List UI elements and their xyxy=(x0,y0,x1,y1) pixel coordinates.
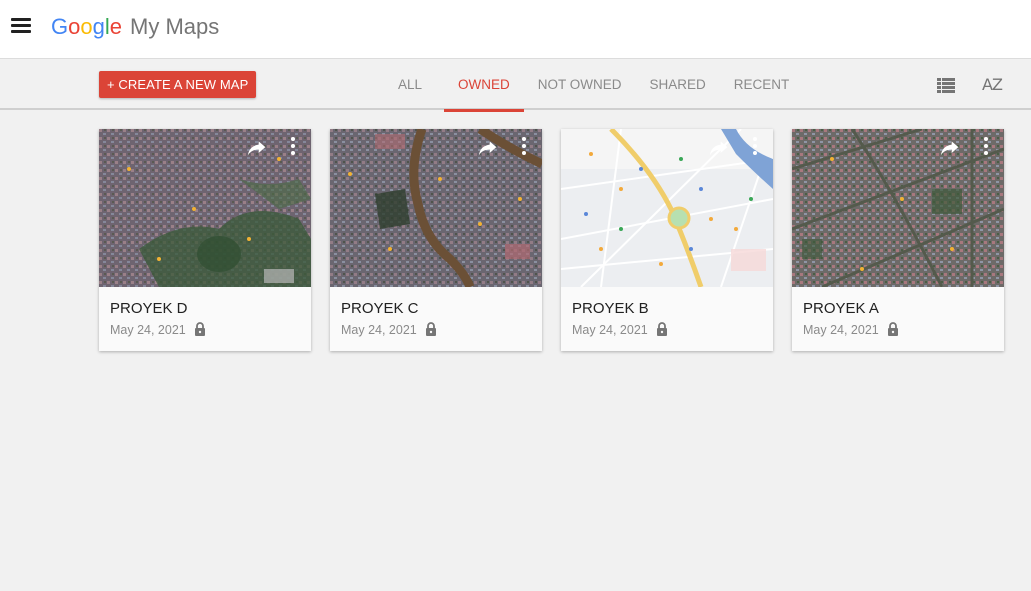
lock-icon xyxy=(195,322,205,336)
map-date: May 24, 2021 xyxy=(341,323,417,337)
hamburger-menu-icon[interactable] xyxy=(11,18,31,34)
logo-letter: g xyxy=(92,14,105,39)
logo-letter: G xyxy=(51,14,69,39)
map-title: PROYEK D xyxy=(110,300,188,317)
list-view-icon[interactable] xyxy=(937,78,955,93)
lock-icon xyxy=(888,322,898,336)
map-date: May 24, 2021 xyxy=(572,323,648,337)
maps-toolbar: + CREATE A NEW MAP ALL OWNED NOT OWNED S… xyxy=(0,59,1031,112)
map-thumbnail[interactable] xyxy=(99,129,311,287)
more-options-icon[interactable] xyxy=(751,137,759,159)
logo-letter: e xyxy=(109,14,123,39)
map-card[interactable]: PROYEK A May 24, 2021 xyxy=(792,129,1004,351)
more-options-icon[interactable] xyxy=(520,137,528,159)
tab-owned[interactable]: OWNED xyxy=(444,59,524,112)
map-title: PROYEK B xyxy=(572,300,649,317)
more-options-icon[interactable] xyxy=(289,137,297,159)
product-name: My Maps xyxy=(130,14,220,39)
map-thumbnail[interactable] xyxy=(561,129,773,287)
logo-letter: o xyxy=(80,14,93,39)
map-card[interactable]: PROYEK C May 24, 2021 xyxy=(330,129,542,351)
tab-all[interactable]: ALL xyxy=(384,59,436,110)
create-new-map-button[interactable]: + CREATE A NEW MAP xyxy=(99,71,257,98)
lock-icon xyxy=(657,322,667,336)
map-title: PROYEK A xyxy=(803,300,879,317)
app-logo[interactable]: Google My Maps xyxy=(51,12,219,42)
map-card[interactable]: PROYEK D May 24, 2021 xyxy=(99,129,311,351)
share-icon[interactable] xyxy=(478,139,498,157)
share-icon[interactable] xyxy=(940,139,960,157)
map-card[interactable]: PROYEK B May 24, 2021 xyxy=(561,129,773,351)
sort-az-icon[interactable]: AZ xyxy=(982,75,1003,94)
logo-letter: o xyxy=(68,14,81,39)
share-icon[interactable] xyxy=(247,139,267,157)
top-app-bar: Google My Maps xyxy=(0,0,1031,59)
more-options-icon[interactable] xyxy=(982,137,990,159)
map-date: May 24, 2021 xyxy=(803,323,879,337)
map-thumbnail[interactable] xyxy=(330,129,542,287)
map-title: PROYEK C xyxy=(341,300,419,317)
tab-recent[interactable]: RECENT xyxy=(720,59,804,110)
filter-tabs: ALL OWNED NOT OWNED SHARED RECENT xyxy=(384,59,804,112)
tab-not-owned[interactable]: NOT OWNED xyxy=(524,59,636,110)
tab-shared[interactable]: SHARED xyxy=(636,59,720,110)
share-icon[interactable] xyxy=(709,139,729,157)
map-date: May 24, 2021 xyxy=(110,323,186,337)
map-thumbnail[interactable] xyxy=(792,129,1004,287)
lock-icon xyxy=(426,322,436,336)
